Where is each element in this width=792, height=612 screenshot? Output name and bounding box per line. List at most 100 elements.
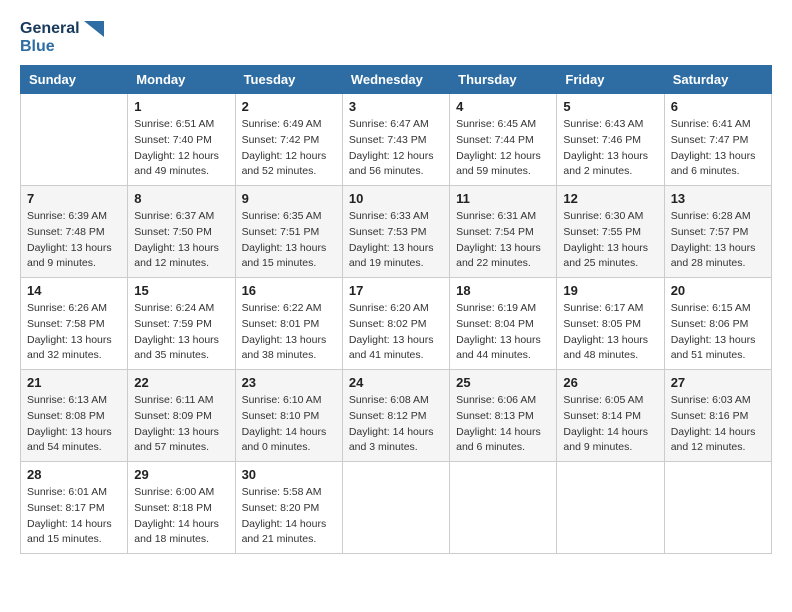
col-header-tuesday: Tuesday	[235, 66, 342, 94]
week-row-1: 1 Sunrise: 6:51 AM Sunset: 7:40 PM Daylig…	[21, 94, 772, 186]
day-info: Sunrise: 6:13 AM Sunset: 8:08 PM Dayligh…	[27, 393, 121, 456]
day-number: 15	[134, 283, 228, 298]
calendar-header-row: SundayMondayTuesdayWednesdayThursdayFrid…	[21, 66, 772, 94]
day-number: 29	[134, 467, 228, 482]
day-number: 8	[134, 191, 228, 206]
week-row-2: 7Sunrise: 6:39 AM Sunset: 7:48 PM Daylig…	[21, 186, 772, 278]
calendar-cell	[557, 462, 664, 554]
day-info: Sunrise: 6:26 AM Sunset: 7:58 PM Dayligh…	[27, 301, 121, 364]
day-number: 24	[349, 375, 443, 390]
calendar-cell: 21 Sunrise: 6:13 AM Sunset: 8:08 PM Dayli…	[21, 370, 128, 462]
day-info: Sunrise: 6:41 AM Sunset: 7:47 PM Dayligh…	[671, 117, 765, 180]
calendar-cell: 3 Sunrise: 6:47 AM Sunset: 7:43 PM Daylig…	[342, 94, 449, 186]
day-number: 30	[242, 467, 336, 482]
day-info: Sunrise: 6:06 AM Sunset: 8:13 PM Dayligh…	[456, 393, 550, 456]
day-info: Sunrise: 6:47 AM Sunset: 7:43 PM Dayligh…	[349, 117, 443, 180]
day-number: 1	[134, 99, 228, 114]
day-info: Sunrise: 6:28 AM Sunset: 7:57 PM Dayligh…	[671, 209, 765, 272]
day-info: Sunrise: 6:11 AM Sunset: 8:09 PM Dayligh…	[134, 393, 228, 456]
calendar-cell: 4 Sunrise: 6:45 AM Sunset: 7:44 PM Daylig…	[450, 94, 557, 186]
day-info: Sunrise: 6:39 AM Sunset: 7:48 PM Dayligh…	[27, 209, 121, 272]
calendar-cell: 10Sunrise: 6:33 AM Sunset: 7:53 PM Dayli…	[342, 186, 449, 278]
calendar-cell	[342, 462, 449, 554]
calendar-cell: 30 Sunrise: 5:58 AM Sunset: 8:20 PM Dayli…	[235, 462, 342, 554]
calendar-cell: 6 Sunrise: 6:41 AM Sunset: 7:47 PM Daylig…	[664, 94, 771, 186]
calendar-cell: 29 Sunrise: 6:00 AM Sunset: 8:18 PM Dayli…	[128, 462, 235, 554]
day-info: Sunrise: 6:35 AM Sunset: 7:51 PM Dayligh…	[242, 209, 336, 272]
calendar-cell: 14 Sunrise: 6:26 AM Sunset: 7:58 PM Dayli…	[21, 278, 128, 370]
day-info: Sunrise: 6:19 AM Sunset: 8:04 PM Dayligh…	[456, 301, 550, 364]
day-number: 5	[563, 99, 657, 114]
calendar-table: SundayMondayTuesdayWednesdayThursdayFrid…	[20, 65, 772, 554]
calendar-cell: 27 Sunrise: 6:03 AM Sunset: 8:16 PM Dayli…	[664, 370, 771, 462]
calendar-cell: 9 Sunrise: 6:35 AM Sunset: 7:51 PM Daylig…	[235, 186, 342, 278]
day-info: Sunrise: 6:51 AM Sunset: 7:40 PM Dayligh…	[134, 117, 228, 180]
calendar-cell: 26Sunrise: 6:05 AM Sunset: 8:14 PM Dayli…	[557, 370, 664, 462]
page-header: General Blue	[20, 20, 772, 55]
day-number: 2	[242, 99, 336, 114]
col-header-sunday: Sunday	[21, 66, 128, 94]
day-info: Sunrise: 6:45 AM Sunset: 7:44 PM Dayligh…	[456, 117, 550, 180]
day-number: 3	[349, 99, 443, 114]
day-info: Sunrise: 6:08 AM Sunset: 8:12 PM Dayligh…	[349, 393, 443, 456]
day-number: 23	[242, 375, 336, 390]
day-info: Sunrise: 6:49 AM Sunset: 7:42 PM Dayligh…	[242, 117, 336, 180]
day-info: Sunrise: 6:30 AM Sunset: 7:55 PM Dayligh…	[563, 209, 657, 272]
calendar-cell: 17Sunrise: 6:20 AM Sunset: 8:02 PM Dayli…	[342, 278, 449, 370]
day-number: 25	[456, 375, 550, 390]
calendar-cell	[450, 462, 557, 554]
col-header-thursday: Thursday	[450, 66, 557, 94]
day-number: 10	[349, 191, 443, 206]
week-row-3: 14 Sunrise: 6:26 AM Sunset: 7:58 PM Dayli…	[21, 278, 772, 370]
calendar-cell: 20Sunrise: 6:15 AM Sunset: 8:06 PM Dayli…	[664, 278, 771, 370]
day-info: Sunrise: 6:00 AM Sunset: 8:18 PM Dayligh…	[134, 485, 228, 548]
day-info: Sunrise: 6:31 AM Sunset: 7:54 PM Dayligh…	[456, 209, 550, 272]
day-number: 4	[456, 99, 550, 114]
calendar-cell: 16 Sunrise: 6:22 AM Sunset: 8:01 PM Dayli…	[235, 278, 342, 370]
day-number: 21	[27, 375, 121, 390]
col-header-wednesday: Wednesday	[342, 66, 449, 94]
day-number: 11	[456, 191, 550, 206]
day-number: 26	[563, 375, 657, 390]
calendar-cell: 5 Sunrise: 6:43 AM Sunset: 7:46 PM Daylig…	[557, 94, 664, 186]
day-info: Sunrise: 5:58 AM Sunset: 8:20 PM Dayligh…	[242, 485, 336, 548]
day-info: Sunrise: 6:37 AM Sunset: 7:50 PM Dayligh…	[134, 209, 228, 272]
calendar-cell: 1 Sunrise: 6:51 AM Sunset: 7:40 PM Daylig…	[128, 94, 235, 186]
day-number: 27	[671, 375, 765, 390]
col-header-monday: Monday	[128, 66, 235, 94]
day-number: 28	[27, 467, 121, 482]
day-info: Sunrise: 6:22 AM Sunset: 8:01 PM Dayligh…	[242, 301, 336, 364]
calendar-cell: 28 Sunrise: 6:01 AM Sunset: 8:17 PM Dayli…	[21, 462, 128, 554]
calendar-cell: 19 Sunrise: 6:17 AM Sunset: 8:05 PM Dayli…	[557, 278, 664, 370]
week-row-4: 21 Sunrise: 6:13 AM Sunset: 8:08 PM Dayli…	[21, 370, 772, 462]
day-info: Sunrise: 6:01 AM Sunset: 8:17 PM Dayligh…	[27, 485, 121, 548]
day-info: Sunrise: 6:10 AM Sunset: 8:10 PM Dayligh…	[242, 393, 336, 456]
calendar-cell: 11 Sunrise: 6:31 AM Sunset: 7:54 PM Dayli…	[450, 186, 557, 278]
calendar-cell: 18 Sunrise: 6:19 AM Sunset: 8:04 PM Dayli…	[450, 278, 557, 370]
logo: General Blue	[20, 20, 104, 55]
calendar-cell: 2 Sunrise: 6:49 AM Sunset: 7:42 PM Daylig…	[235, 94, 342, 186]
day-number: 9	[242, 191, 336, 206]
calendar-cell: 24 Sunrise: 6:08 AM Sunset: 8:12 PM Dayli…	[342, 370, 449, 462]
day-info: Sunrise: 6:03 AM Sunset: 8:16 PM Dayligh…	[671, 393, 765, 456]
calendar-cell: 23 Sunrise: 6:10 AM Sunset: 8:10 PM Dayli…	[235, 370, 342, 462]
day-info: Sunrise: 6:43 AM Sunset: 7:46 PM Dayligh…	[563, 117, 657, 180]
day-number: 18	[456, 283, 550, 298]
day-number: 22	[134, 375, 228, 390]
week-row-5: 28 Sunrise: 6:01 AM Sunset: 8:17 PM Dayli…	[21, 462, 772, 554]
calendar-cell	[664, 462, 771, 554]
day-number: 14	[27, 283, 121, 298]
day-number: 6	[671, 99, 765, 114]
calendar-cell: 22 Sunrise: 6:11 AM Sunset: 8:09 PM Dayli…	[128, 370, 235, 462]
day-number: 16	[242, 283, 336, 298]
day-number: 19	[563, 283, 657, 298]
calendar-cell: 13 Sunrise: 6:28 AM Sunset: 7:57 PM Dayli…	[664, 186, 771, 278]
calendar-cell: 12Sunrise: 6:30 AM Sunset: 7:55 PM Dayli…	[557, 186, 664, 278]
day-info: Sunrise: 6:20 AM Sunset: 8:02 PM Dayligh…	[349, 301, 443, 364]
calendar-cell	[21, 94, 128, 186]
day-number: 20	[671, 283, 765, 298]
day-number: 13	[671, 191, 765, 206]
day-info: Sunrise: 6:17 AM Sunset: 8:05 PM Dayligh…	[563, 301, 657, 364]
day-info: Sunrise: 6:24 AM Sunset: 7:59 PM Dayligh…	[134, 301, 228, 364]
logo-arrow-icon	[84, 21, 104, 37]
